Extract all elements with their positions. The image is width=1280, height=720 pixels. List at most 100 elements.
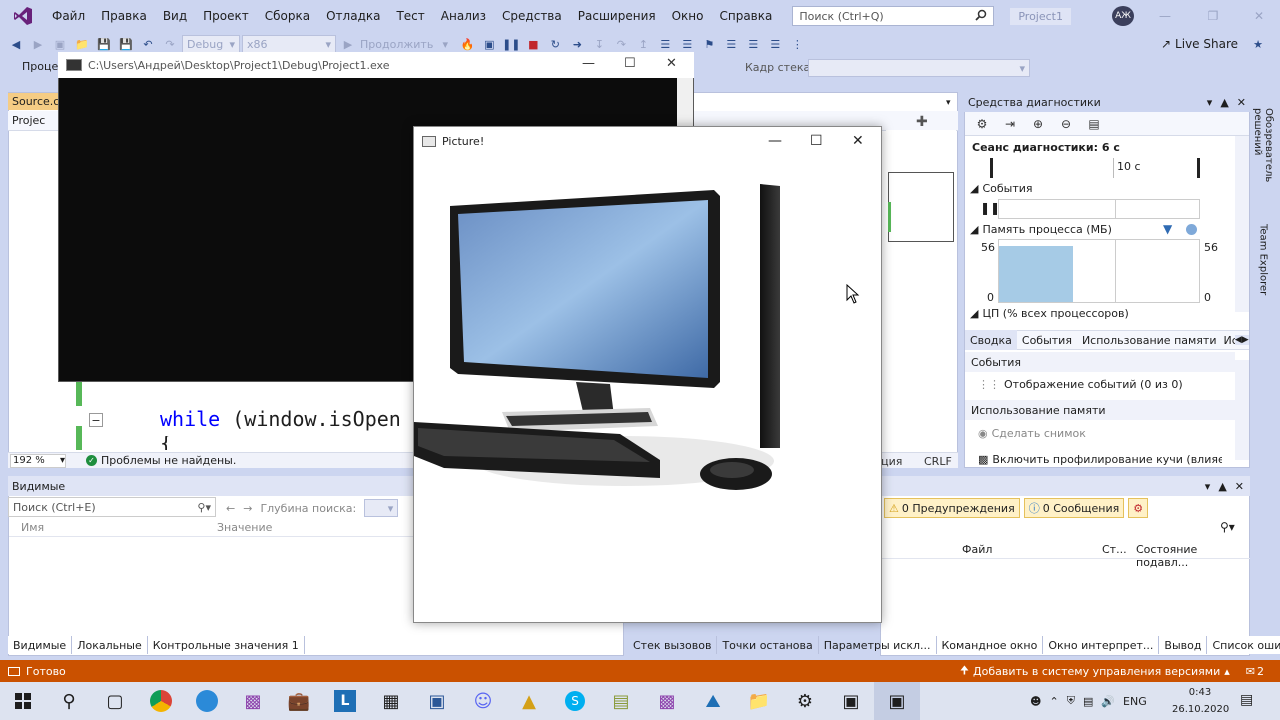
chevron-down-icon[interactable]: ▾: [1205, 480, 1211, 493]
redo-icon[interactable]: ↷: [160, 35, 180, 53]
autos-search-input[interactable]: Поиск (Ctrl+E) ⚲▾: [8, 497, 216, 517]
timeline-ruler[interactable]: 10 с: [990, 158, 1200, 178]
step-into-icon[interactable]: ↧: [589, 35, 609, 53]
console-title-bar[interactable]: C:\Users\Андрей\Desktop\Project1\Debug\P…: [58, 52, 694, 78]
column-name[interactable]: Имя: [21, 521, 44, 534]
visual-studio-icon[interactable]: ▩: [230, 682, 276, 720]
app-icon[interactable]: ⚙: [782, 682, 828, 720]
chrome-icon[interactable]: [138, 682, 184, 720]
platform-select[interactable]: x86 ▾: [242, 35, 336, 53]
chevron-down-icon[interactable]: ▾: [1207, 96, 1213, 109]
maximize-icon[interactable]: ☐: [810, 133, 823, 149]
column-line[interactable]: Ст...: [1102, 543, 1127, 556]
menu-extensions[interactable]: Расширения: [570, 9, 664, 23]
close-icon[interactable]: ✕: [852, 133, 864, 149]
team-explorer-tab[interactable]: Team Explorer: [1254, 224, 1272, 304]
close-icon[interactable]: ✕: [1237, 96, 1246, 109]
show-next-statement-icon[interactable]: ➜: [567, 35, 587, 53]
step-over-icon[interactable]: ↷: [611, 35, 631, 53]
gear-icon[interactable]: ⚙: [971, 114, 993, 134]
forward-arrow-icon[interactable]: →: [243, 502, 252, 515]
tab-scroll-icon[interactable]: ◀▶: [1234, 335, 1249, 345]
stop-icon[interactable]: ■: [523, 35, 543, 53]
stack-frame-select[interactable]: ▾: [808, 59, 1030, 77]
windows-start-icon[interactable]: [0, 682, 46, 720]
volume-icon[interactable]: 🔊: [1101, 695, 1115, 708]
photos-icon[interactable]: ⛰: [690, 682, 736, 720]
comment-icon[interactable]: ☰: [677, 35, 697, 53]
close-icon[interactable]: ✕: [666, 56, 677, 71]
add-source-control-button[interactable]: 🠉 Добавить в систему управления версиями…: [960, 662, 1230, 681]
tab-memory-usage[interactable]: Использование памяти: [1077, 330, 1222, 350]
menu-test[interactable]: Тест: [388, 9, 432, 23]
show-events-link[interactable]: ⋮⋮ Отображение событий (0 из 0): [978, 378, 1183, 391]
tab-watch-1[interactable]: Контрольные значения 1: [148, 636, 305, 654]
l-app-icon[interactable]: L: [322, 682, 368, 720]
menu-edit[interactable]: Правка: [93, 9, 155, 23]
pin-icon[interactable]: ▾: [946, 98, 951, 108]
tab-cpu-usage[interactable]: Ис: [1221, 330, 1234, 350]
chevron-up-icon[interactable]: ⌃: [1049, 695, 1058, 708]
back-arrow-icon[interactable]: ←: [226, 502, 235, 515]
people-icon[interactable]: ☻: [1030, 695, 1041, 708]
arduino-icon[interactable]: ▲: [506, 682, 552, 720]
visual-studio-active-icon[interactable]: ▩: [644, 682, 690, 720]
language-indicator[interactable]: ENG: [1123, 695, 1147, 708]
play-icon[interactable]: ▶: [338, 35, 358, 53]
maximize-icon[interactable]: ❐: [1198, 6, 1228, 26]
collapse-icon[interactable]: −: [89, 413, 103, 427]
tab-call-stack[interactable]: Стек вызовов: [628, 636, 718, 654]
code-minimap[interactable]: [886, 130, 956, 450]
action-center-icon[interactable]: ▤: [1240, 692, 1253, 708]
tab-exception-settings[interactable]: Параметры искл...: [819, 636, 937, 654]
search-input[interactable]: Поиск (Ctrl+Q): [792, 6, 995, 26]
chevron-down-icon[interactable]: ▾: [435, 35, 455, 53]
discord-icon[interactable]: ☺: [460, 682, 506, 720]
zoom-in-icon[interactable]: ⊕: [1027, 114, 1049, 134]
search-icon[interactable]: ⚲▾: [1220, 520, 1235, 534]
notes-icon[interactable]: ▤: [598, 682, 644, 720]
heap-profiling-checkbox[interactable]: ▩ Включить профилирование кучи (влияет н…: [978, 453, 1222, 466]
breakpoints-icon[interactable]: ☰: [655, 35, 675, 53]
tab-immediate-window[interactable]: Окно интерпрет...: [1043, 636, 1160, 654]
search-icon[interactable]: ⚲: [46, 682, 92, 720]
tab-error-list[interactable]: Список ошибок: [1207, 636, 1280, 654]
shield-icon[interactable]: ⛨: [1067, 694, 1075, 708]
pin-icon[interactable]: ▲: [1218, 480, 1226, 493]
memory-chart[interactable]: [998, 239, 1200, 303]
summary-scrollbar[interactable]: [1235, 360, 1249, 460]
column-value[interactable]: Значение: [217, 521, 272, 534]
menu-view[interactable]: Вид: [155, 9, 195, 23]
step-out-icon[interactable]: ↥: [633, 35, 653, 53]
minimize-icon[interactable]: —: [582, 56, 595, 71]
project-dropdown[interactable]: Projec: [12, 114, 45, 127]
code-line[interactable]: while (window.isOpen: [160, 407, 401, 431]
chrome-canary-icon[interactable]: [184, 682, 230, 720]
take-snapshot-button[interactable]: ◉ Сделать снимок: [978, 427, 1086, 440]
line-ending[interactable]: CRLF: [924, 455, 952, 468]
menu-debug[interactable]: Отладка: [318, 9, 388, 23]
config-select[interactable]: Debug ▾: [182, 35, 240, 53]
zoom-out-icon[interactable]: ⊖: [1055, 114, 1077, 134]
tab-events[interactable]: События: [1017, 330, 1077, 350]
menu-build[interactable]: Сборка: [257, 9, 318, 23]
tab-command-window[interactable]: Командное окно: [937, 636, 1044, 654]
tab-output[interactable]: Вывод: [1159, 636, 1208, 654]
menu-analyze[interactable]: Анализ: [433, 9, 494, 23]
calculator-icon[interactable]: ▦: [368, 682, 414, 720]
clock[interactable]: 0:43 26.10.2020: [1172, 684, 1229, 718]
reset-zoom-icon[interactable]: ▤: [1083, 114, 1105, 134]
menu-project[interactable]: Проект: [195, 9, 257, 23]
forward-nav-icon[interactable]: ▶: [28, 35, 48, 53]
visual-studio-logo-icon[interactable]: [10, 3, 36, 29]
new-project-icon[interactable]: ▣: [50, 35, 70, 53]
back-nav-icon[interactable]: ◀: [6, 35, 26, 53]
column-suppression-state[interactable]: Состояние подавл...: [1136, 543, 1250, 569]
warnings-filter-button[interactable]: ⚠ 0 Предупреждения: [884, 498, 1020, 518]
format-icon[interactable]: ☰: [721, 35, 741, 53]
build-intellisense-filter[interactable]: ⚙: [1128, 498, 1149, 518]
save-all-icon[interactable]: 💾: [116, 35, 136, 53]
indent-icon[interactable]: ☰: [743, 35, 763, 53]
menu-window[interactable]: Окно: [664, 9, 712, 23]
avatar[interactable]: АЖ: [1112, 6, 1134, 26]
